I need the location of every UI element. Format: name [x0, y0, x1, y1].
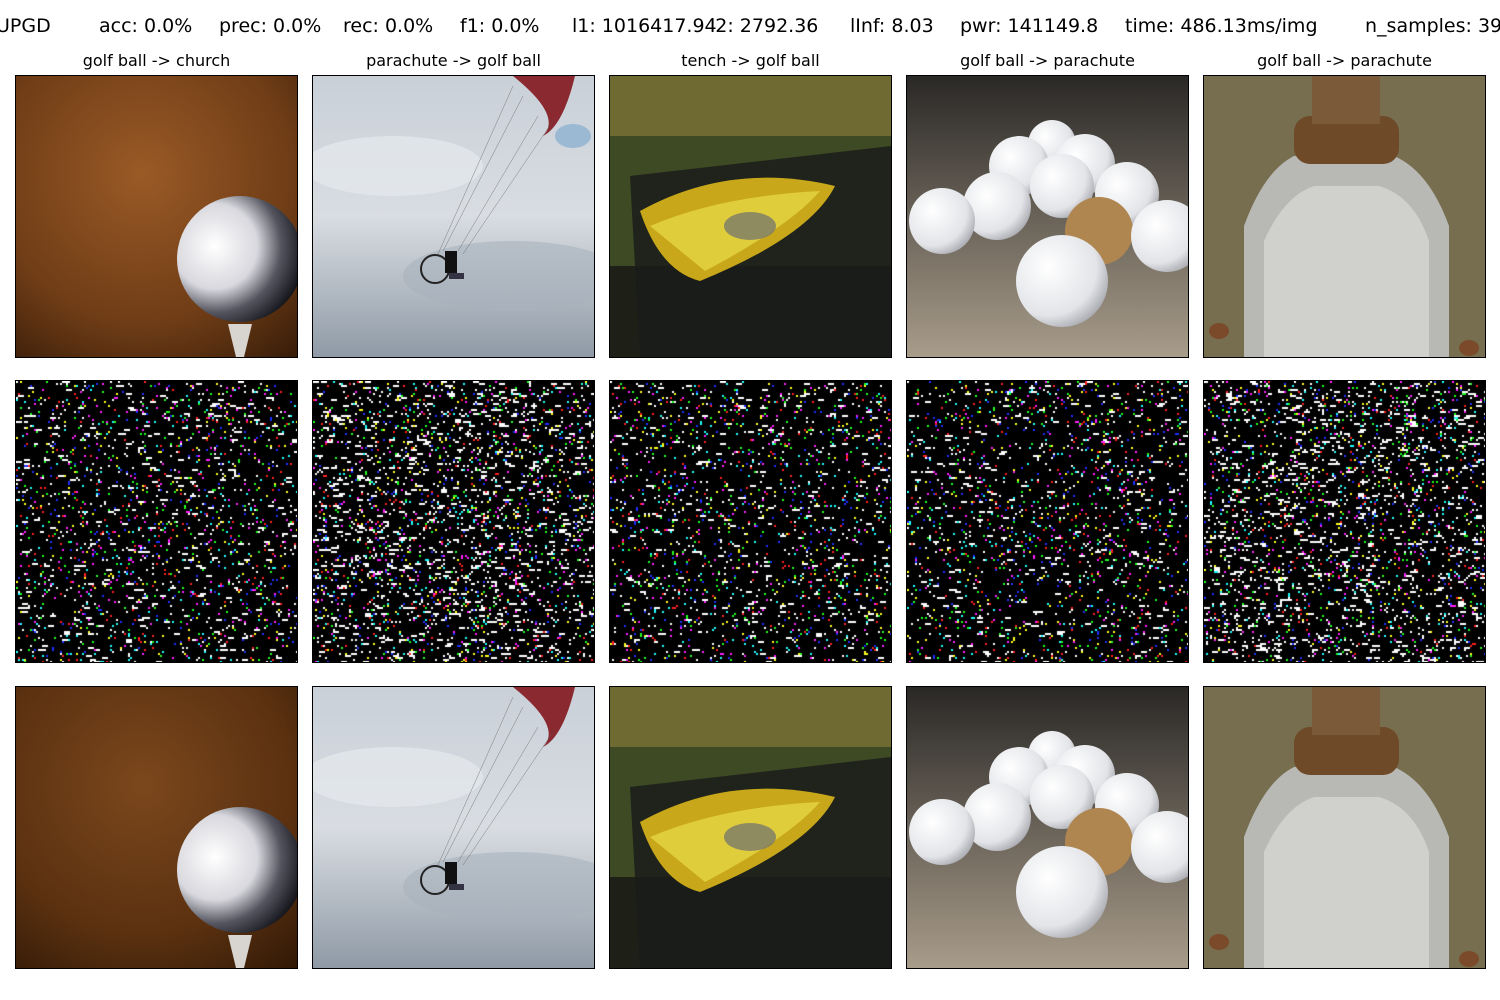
column-title-3: tench -> golf ball: [681, 51, 820, 70]
original-image-hydrant: [1203, 75, 1486, 358]
original-image-parachute: [312, 75, 595, 358]
prec-metric: prec: 0.0%: [219, 15, 322, 37]
n-samples-metric: n_samples: 39: [1365, 15, 1500, 37]
time-metric: time: 486.13ms/img: [1125, 15, 1318, 37]
perturbation-image-3: [609, 380, 892, 663]
f1-metric: f1: 0.0%: [460, 15, 540, 37]
acc-metric: acc: 0.0%: [99, 15, 193, 37]
adversarial-image-tench: [609, 686, 892, 969]
original-image-tench: [609, 75, 892, 358]
perturbation-image-2: [312, 380, 595, 663]
rec-metric: rec: 0.0%: [343, 15, 434, 37]
perturbation-image-5: [1203, 380, 1486, 663]
original-image-golf-balls: [906, 75, 1189, 358]
metrics-header: UPGD acc: 0.0% prec: 0.0% rec: 0.0% f1: …: [0, 15, 1500, 45]
linf-metric: lInf: 8.03: [850, 15, 934, 37]
original-image-golf-ball: [15, 75, 298, 358]
method-label: UPGD: [0, 15, 51, 37]
column-title-4: golf ball -> parachute: [960, 51, 1135, 70]
adversarial-image-golf-ball: [15, 686, 298, 969]
perturbation-image-4: [906, 380, 1189, 663]
perturbation-image-1: [15, 380, 298, 663]
adversarial-image-hydrant: [1203, 686, 1486, 969]
adversarial-image-golf-balls: [906, 686, 1189, 969]
column-title-2: parachute -> golf ball: [366, 51, 541, 70]
l2-metric: l2: 2792.36: [710, 15, 819, 37]
pwr-metric: pwr: 141149.8: [960, 15, 1099, 37]
column-title-1: golf ball -> church: [82, 51, 231, 70]
column-title-5: golf ball -> parachute: [1257, 51, 1432, 70]
l1-metric: l1: 1016417.94: [572, 15, 717, 37]
adversarial-image-parachute: [312, 686, 595, 969]
